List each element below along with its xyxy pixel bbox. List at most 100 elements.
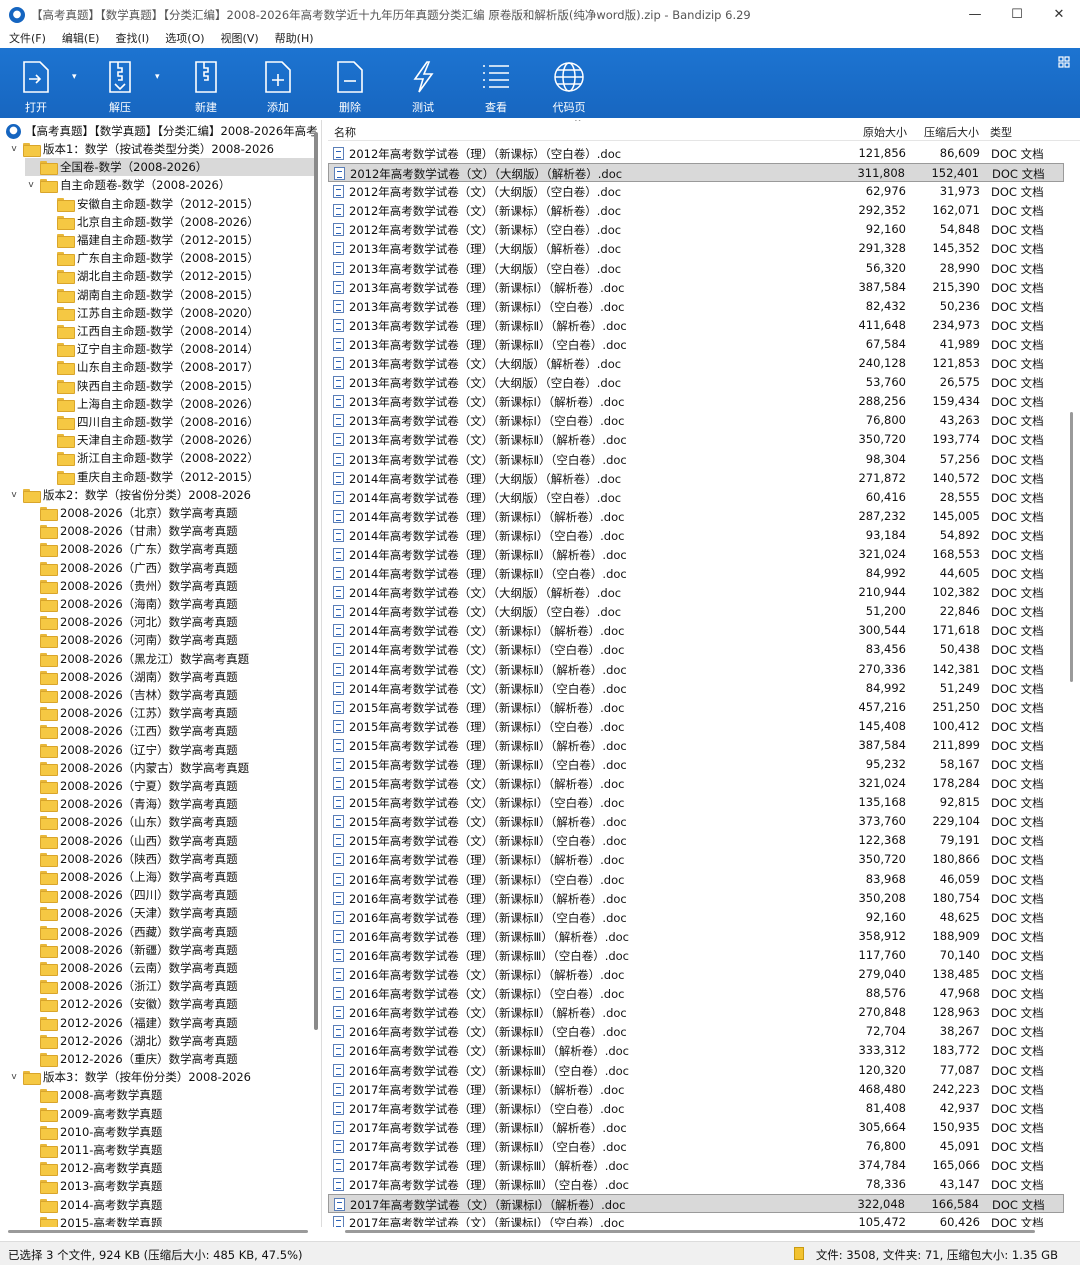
tree-node[interactable]: 江西自主命题-数学（2008-2014） xyxy=(42,322,259,340)
file-row[interactable]: 2016年高考数学试卷（理）（新课标Ⅱ）（解析卷）.doc 350,208 180,… xyxy=(328,889,1064,908)
collapse-chevron-icon[interactable]: v xyxy=(25,179,37,191)
tree-node[interactable]: 2008-2026（黑龙江）数学高考真题 xyxy=(25,650,249,668)
extract-dropdown-icon[interactable]: ▾ xyxy=(155,72,165,82)
file-row[interactable]: 2016年高考数学试卷（理）（新课标Ⅰ）（解析卷）.doc 350,720 180,… xyxy=(328,850,1064,869)
column-compressed-size-header[interactable]: 压缩后大小 xyxy=(924,124,979,140)
tree-node[interactable]: 四川自主命题-数学（2008-2016） xyxy=(42,413,259,431)
tree-node[interactable]: v 版本2：数学（按省份分类）2008-2026 xyxy=(8,486,251,504)
tree-node[interactable]: 广东自主命题-数学（2008-2015） xyxy=(42,249,259,267)
file-row[interactable]: 2015年高考数学试卷（文）（新课标Ⅱ）（空白卷）.doc 122,368 79,1… xyxy=(328,831,1064,850)
open-dropdown-icon[interactable]: ▾ xyxy=(72,72,82,82)
file-row[interactable]: 2017年高考数学试卷（理）（新课标Ⅱ）（空白卷）.doc 76,800 45,09… xyxy=(328,1137,1064,1156)
tree-node[interactable]: 2008-2026（江西）数学高考真题 xyxy=(25,722,238,740)
layout-toggle-icon[interactable] xyxy=(1058,56,1070,68)
collapse-chevron-icon[interactable]: v xyxy=(8,143,20,155)
file-row[interactable]: 2013年高考数学试卷（文）（新课标Ⅱ）（空白卷）.doc 98,304 57,25… xyxy=(328,450,1064,469)
open-button[interactable]: 打开 xyxy=(14,48,58,118)
tree-node[interactable]: 湖北自主命题-数学（2012-2015） xyxy=(42,267,259,285)
extract-button[interactable]: 解压 xyxy=(98,48,142,118)
tree-node[interactable]: v 版本1：数学（按试卷类型分类）2008-2026 xyxy=(8,140,274,158)
file-row[interactable]: 2014年高考数学试卷（文）（新课标Ⅱ）（解析卷）.doc 270,336 142,… xyxy=(328,660,1064,679)
tree-node[interactable]: 2008-2026（河北）数学高考真题 xyxy=(25,613,238,631)
tree-node[interactable]: 2008-2026（西藏）数学高考真题 xyxy=(25,923,238,941)
file-row[interactable]: 2014年高考数学试卷（文）（新课标Ⅱ）（空白卷）.doc 84,992 51,24… xyxy=(328,679,1064,698)
tree-node[interactable]: 浙江自主命题-数学（2008-2022） xyxy=(42,449,259,467)
tree-node[interactable]: 2008-2026（云南）数学高考真题 xyxy=(25,959,238,977)
tree-node[interactable]: 2015-高考数学真题 xyxy=(25,1214,162,1227)
tree-node[interactable]: 2008-2026（新疆）数学高考真题 xyxy=(25,941,238,959)
file-row[interactable]: 2014年高考数学试卷（理）（大纲版）（解析卷）.doc 271,872 140,5… xyxy=(328,469,1064,488)
file-row[interactable]: 2013年高考数学试卷（理）（新课标Ⅱ）（空白卷）.doc 67,584 41,98… xyxy=(328,335,1064,354)
delete-button[interactable]: 删除 xyxy=(328,48,372,118)
file-row[interactable]: 2014年高考数学试卷（文）（新课标Ⅰ）（空白卷）.doc 83,456 50,43… xyxy=(328,640,1064,659)
file-row[interactable]: 2016年高考数学试卷（理）（新课标Ⅱ）（空白卷）.doc 92,160 48,62… xyxy=(328,908,1064,927)
tree-node[interactable]: 2012-2026（安徽）数学高考真题 xyxy=(25,995,238,1013)
file-row[interactable]: 2017年高考数学试卷（文）（新课标Ⅰ）（空白卷）.doc 105,472 60,4… xyxy=(328,1213,1064,1227)
file-row[interactable]: 2016年高考数学试卷（理）（新课标Ⅲ）（空白卷）.doc 117,760 70,1… xyxy=(328,946,1064,965)
file-row[interactable]: 2015年高考数学试卷（理）（新课标Ⅰ）（空白卷）.doc 145,408 100,… xyxy=(328,717,1064,736)
tree-node[interactable]: 2008-2026（吉林）数学高考真题 xyxy=(25,686,238,704)
file-row[interactable]: 2015年高考数学试卷（文）（新课标Ⅰ）（解析卷）.doc 321,024 178,… xyxy=(328,774,1064,793)
menu-file[interactable]: 文件(F) xyxy=(0,30,53,46)
tree-root[interactable]: ● 【高考真题】【数学真题】【分类汇编】2008-2026年高考 xyxy=(4,122,318,140)
file-row[interactable]: 2012年高考数学试卷（文）（大纲版）（解析卷）.doc 311,808 152,4… xyxy=(328,163,1064,183)
tree-node[interactable]: 2008-2026（江苏）数学高考真题 xyxy=(25,704,238,722)
tree-node[interactable]: 2012-高考数学真题 xyxy=(25,1159,162,1177)
tree-node[interactable]: 2008-2026（浙江）数学高考真题 xyxy=(25,977,238,995)
file-row[interactable]: 2014年高考数学试卷（理）（新课标Ⅱ）（空白卷）.doc 84,992 44,60… xyxy=(328,564,1064,583)
file-row[interactable]: 2015年高考数学试卷（理）（新课标Ⅱ）（解析卷）.doc 387,584 211,… xyxy=(328,736,1064,755)
file-row[interactable]: 2015年高考数学试卷（文）（新课标Ⅱ）（解析卷）.doc 373,760 229,… xyxy=(328,812,1064,831)
tree-node[interactable]: 2009-高考数学真题 xyxy=(25,1105,162,1123)
file-row[interactable]: 2014年高考数学试卷（理）（大纲版）（空白卷）.doc 60,416 28,555… xyxy=(328,488,1064,507)
list-horizontal-scrollbar[interactable] xyxy=(345,1229,1045,1235)
file-row[interactable]: 2013年高考数学试卷（文）（新课标Ⅰ）（空白卷）.doc 76,800 43,26… xyxy=(328,411,1064,430)
maximize-button[interactable]: ☐ xyxy=(996,0,1038,29)
file-row[interactable]: 2015年高考数学试卷（文）（新课标Ⅰ）（空白卷）.doc 135,168 92,8… xyxy=(328,793,1064,812)
tree-node[interactable]: 2008-2026（山东）数学高考真题 xyxy=(25,813,238,831)
tree-node[interactable]: v 自主命题卷-数学（2008-2026） xyxy=(25,176,230,194)
tree-scrollbar[interactable] xyxy=(312,132,320,1222)
file-row[interactable]: 2015年高考数学试卷（理）（新课标Ⅰ）（解析卷）.doc 457,216 251,… xyxy=(328,698,1064,717)
tree-hscroll-thumb[interactable] xyxy=(8,1230,308,1233)
file-row[interactable]: 2017年高考数学试卷（理）（新课标Ⅲ）（解析卷）.doc 374,784 165,… xyxy=(328,1156,1064,1175)
file-row[interactable]: 2014年高考数学试卷（理）（新课标Ⅰ）（空白卷）.doc 93,184 54,89… xyxy=(328,526,1064,545)
file-row[interactable]: 2014年高考数学试卷（理）（新课标Ⅰ）（解析卷）.doc 287,232 145,… xyxy=(328,507,1064,526)
menu-options[interactable]: 选项(O) xyxy=(156,30,211,46)
tree-node[interactable]: 福建自主命题-数学（2012-2015） xyxy=(42,231,259,249)
close-button[interactable]: ✕ xyxy=(1038,0,1080,29)
tree-node[interactable]: 2008-2026（四川）数学高考真题 xyxy=(25,886,238,904)
tree-horizontal-scrollbar[interactable] xyxy=(8,1229,308,1235)
file-row[interactable]: 2013年高考数学试卷（文）（大纲版）（空白卷）.doc 53,760 26,575… xyxy=(328,373,1064,392)
tree-node[interactable]: 北京自主命题-数学（2008-2026） xyxy=(42,213,259,231)
folder-tree[interactable]: ● 【高考真题】【数学真题】【分类汇编】2008-2026年高考 v 版本1：数学… xyxy=(0,120,322,1227)
tree-node[interactable]: 2008-2026（贵州）数学高考真题 xyxy=(25,577,238,595)
file-row[interactable]: 2013年高考数学试卷（理）（大纲版）（空白卷）.doc 56,320 28,990… xyxy=(328,259,1064,278)
file-row[interactable]: 2016年高考数学试卷（文）（新课标Ⅰ）（空白卷）.doc 88,576 47,96… xyxy=(328,984,1064,1003)
file-row[interactable]: 2012年高考数学试卷（文）（新课标）（空白卷）.doc 92,160 54,848… xyxy=(328,220,1064,239)
file-row[interactable]: 2013年高考数学试卷（文）（新课标Ⅱ）（解析卷）.doc 350,720 193,… xyxy=(328,430,1064,449)
file-row[interactable]: 2017年高考数学试卷（理）（新课标Ⅰ）（空白卷）.doc 81,408 42,93… xyxy=(328,1099,1064,1118)
tree-node[interactable]: 2012-2026（重庆）数学高考真题 xyxy=(25,1050,238,1068)
tree-node[interactable]: 山东自主命题-数学（2008-2017） xyxy=(42,358,259,376)
tree-node[interactable]: 湖南自主命题-数学（2008-2015） xyxy=(42,286,259,304)
file-row[interactable]: 2014年高考数学试卷（文）（大纲版）（空白卷）.doc 51,200 22,846… xyxy=(328,602,1064,621)
tree-node[interactable]: 2008-2026（陕西）数学高考真题 xyxy=(25,850,238,868)
tree-node[interactable]: 江苏自主命题-数学（2008-2020） xyxy=(42,304,259,322)
column-name-header[interactable]: 名称 xyxy=(334,124,356,140)
view-button[interactable]: 查看 xyxy=(474,48,518,118)
file-row[interactable]: 2016年高考数学试卷（文）（新课标Ⅱ）（空白卷）.doc 72,704 38,26… xyxy=(328,1022,1064,1041)
menu-help[interactable]: 帮助(H) xyxy=(266,30,321,46)
file-row[interactable]: 2016年高考数学试卷（理）（新课标Ⅲ）（解析卷）.doc 358,912 188,… xyxy=(328,927,1064,946)
tree-node[interactable]: 2008-2026（辽宁）数学高考真题 xyxy=(25,741,238,759)
file-row[interactable]: 2014年高考数学试卷（理）（新课标Ⅱ）（解析卷）.doc 321,024 168,… xyxy=(328,545,1064,564)
tree-node[interactable]: 2008-2026（海南）数学高考真题 xyxy=(25,595,238,613)
collapse-chevron-icon[interactable]: v xyxy=(8,1071,20,1083)
tree-node[interactable]: 2008-2026（天津）数学高考真题 xyxy=(25,904,238,922)
file-row[interactable]: 2017年高考数学试卷（理）（新课标Ⅲ）（空白卷）.doc 78,336 43,14… xyxy=(328,1175,1064,1194)
menu-edit[interactable]: 编辑(E) xyxy=(53,30,107,46)
file-row[interactable]: 2017年高考数学试卷（文）（新课标Ⅰ）（解析卷）.doc 322,048 166,… xyxy=(328,1194,1064,1214)
tree-node[interactable]: 2008-高考数学真题 xyxy=(25,1086,162,1104)
file-row[interactable]: 2015年高考数学试卷（理）（新课标Ⅱ）（空白卷）.doc 95,232 58,16… xyxy=(328,755,1064,774)
tree-node[interactable]: 2008-2026（甘肃）数学高考真题 xyxy=(25,522,238,540)
add-button[interactable]: 添加 xyxy=(256,48,300,118)
